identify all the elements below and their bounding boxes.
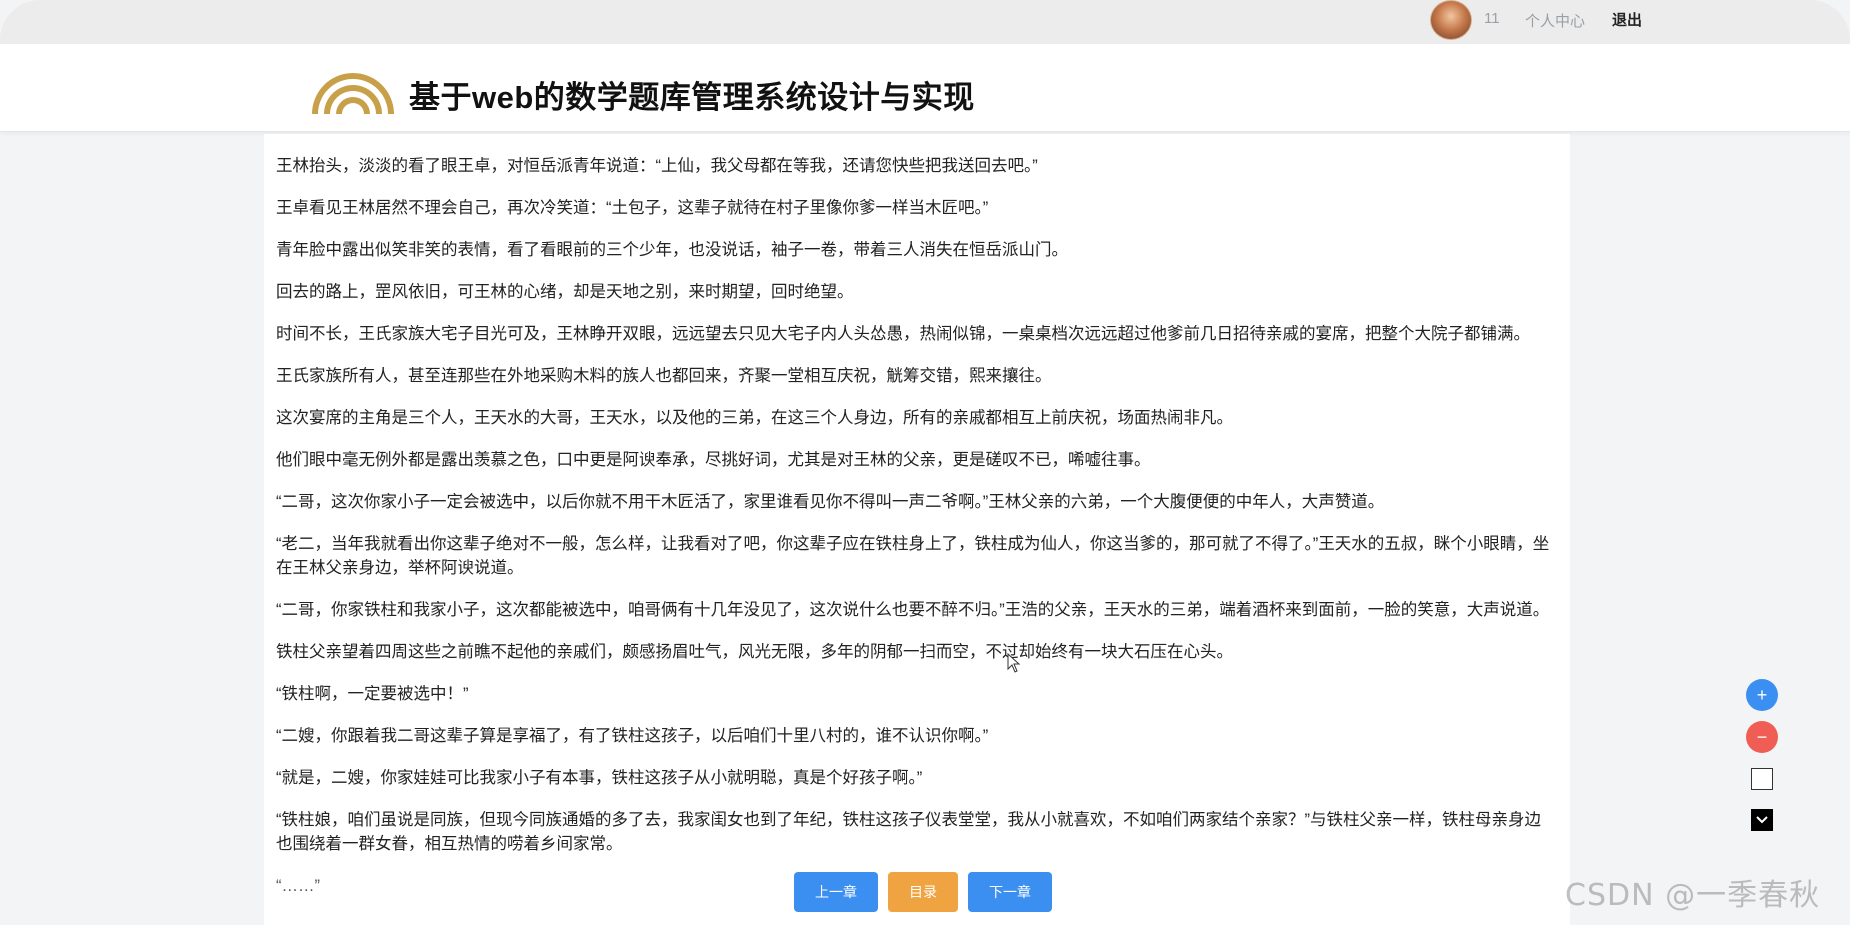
chapter-paragraph: 铁柱父亲望着四周这些之前瞧不起他的亲戚们，颇感扬眉吐气，风光无限，多年的阴郁一扫… (276, 643, 1233, 661)
chapter-content: 王林抬头，淡淡的看了眼王卓，对恒岳派青年说道：“上仙，我父母都在等我，还请您快些… (264, 134, 1570, 925)
chapter-paragraph: 青年脸中露出似笑非笑的表情，看了看眼前的三个少年，也没说话，袖子一卷，带着三人消… (276, 241, 1068, 259)
watermark: CSDN @一季春秋 (1565, 878, 1821, 913)
dark-theme-button[interactable] (1751, 809, 1773, 831)
plus-icon: + (1756, 684, 1768, 705)
light-theme-button[interactable] (1751, 768, 1773, 790)
zoom-out-button[interactable]: − (1746, 721, 1778, 753)
site-header: 基于web的数学题库管理系统设计与实现 (0, 44, 1850, 132)
chapter-paragraph: “老二，当年我就看出你这辈子绝对不一般，怎么样，让我看对了吧，你这辈子应在铁柱身… (276, 535, 1550, 577)
chevron-down-icon (1756, 816, 1768, 824)
chapter-paragraph: “铁柱啊，一定要被选中！” (276, 685, 469, 703)
chapter-paragraph: 王卓看见王林居然不理会自己，再次冷笑道：“土包子，这辈子就待在村子里像你爹一样当… (276, 199, 989, 217)
chapter-paragraph: 这次宴席的主角是三个人，王天水的大哥，王天水，以及他的三弟，在这三个人身边，所有… (276, 409, 1233, 427)
chapter-paragraph: “就是，二嫂，你家娃娃可比我家小子有本事，铁柱这孩子从小就明聪，真是个好孩子啊。… (276, 769, 923, 787)
site-title: 基于web的数学题库管理系统设计与实现 (409, 80, 975, 115)
chapter-paragraph: 王氏家族所有人，甚至连那些在外地采购木料的族人也都回来，齐聚一堂相互庆祝，觥筹交… (276, 367, 1052, 385)
chapter-paragraph: “铁柱娘，咱们虽说是同族，但现今同族通婚的多了去，我家闺女也到了年纪，铁柱这孩子… (276, 811, 1541, 853)
chapter-paragraph: 回去的路上，罡风依旧，可王林的心绪，却是天地之别，来时期望，回时绝望。 (276, 283, 854, 301)
chapter-paragraph: “二哥，你家铁柱和我家小子，这次都能被选中，咱哥俩有十几年没见了，这次说什么也要… (276, 601, 1550, 619)
zoom-in-button[interactable]: + (1746, 679, 1778, 711)
profile-link[interactable]: 个人中心 (1525, 10, 1585, 31)
site-logo-icon (312, 73, 394, 114)
chapter-paragraph: 王林抬头，淡淡的看了眼王卓，对恒岳派青年说道：“上仙，我父母都在等我，还请您快些… (276, 157, 1038, 175)
minus-icon: − (1756, 726, 1768, 747)
table-of-contents-button[interactable]: 目录 (888, 872, 958, 912)
user-id: 11 (1484, 10, 1500, 27)
user-avatar[interactable] (1430, 0, 1472, 40)
chapter-paragraph: “二嫂，你跟着我二哥这辈子算是享福了，有了铁柱这孩子，以后咱们十里八村的，谁不认… (276, 727, 989, 745)
mouse-cursor-icon (1007, 653, 1021, 673)
logout-link[interactable]: 退出 (1612, 9, 1642, 30)
chapter-paragraph: “二哥，这次你家小子一定会被选中，以后你就不用干木匠活了，家里谁看见你不得叫一声… (276, 493, 1385, 511)
chapter-paragraph: 时间不长，王氏家族大宅子目光可及，王林睁开双眼，远远望去只见大宅子内人头怂愚，热… (276, 325, 1530, 343)
prev-chapter-button[interactable]: 上一章 (794, 872, 878, 912)
next-chapter-button[interactable]: 下一章 (968, 872, 1052, 912)
chapter-paragraph: 他们眼中毫无例外都是露出羡慕之色，口中更是阿谀奉承，尽挑好词，尤其是对王林的父亲… (276, 451, 1151, 469)
top-bar: 11 个人中心 退出 (0, 0, 1850, 44)
